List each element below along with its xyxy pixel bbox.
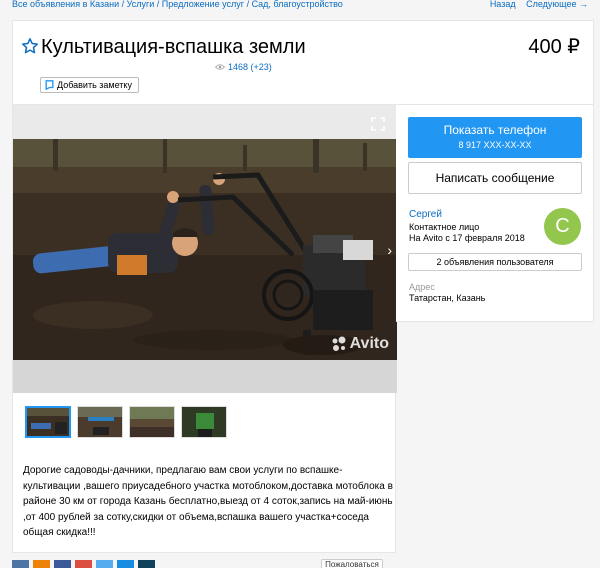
share-buttons	[12, 560, 155, 568]
watermark-text: Avito	[349, 335, 389, 352]
views-count: 1468 (+23)	[228, 62, 272, 72]
price: 400 ₽	[528, 36, 580, 58]
avito-logo-icon	[332, 336, 346, 351]
ad-photo[interactable]: › Avito	[13, 105, 397, 393]
seller-name[interactable]: Сергей	[409, 209, 442, 220]
photo-thumbnails	[25, 406, 227, 438]
complain-button[interactable]: Пожаловаться	[321, 559, 383, 568]
top-navigation: Все объявления в Казани / Услуги / Предл…	[0, 0, 600, 12]
write-message-button[interactable]: Написать сообщение	[408, 162, 582, 194]
breadcrumb[interactable]: Все объявления в Казани / Услуги / Предл…	[12, 0, 343, 9]
next-link[interactable]: Следующее →	[526, 0, 588, 9]
show-phone-label: Показать телефон	[443, 123, 547, 137]
contact-panel: Показать телефон 8 917 XXX-XX-XX Написат…	[396, 104, 594, 322]
note-icon	[45, 80, 54, 90]
favorite-star-icon[interactable]	[21, 37, 39, 55]
google-plus-icon[interactable]	[75, 560, 92, 568]
address-label: Адрес	[409, 282, 435, 292]
facebook-icon[interactable]	[54, 560, 71, 568]
seller-role: Контактное лицо	[409, 222, 480, 232]
vk-icon[interactable]	[12, 560, 29, 568]
address-value: Татарстан, Казань	[409, 293, 486, 303]
back-link[interactable]: Назад	[490, 0, 516, 9]
ad-header: Культивация-вспашка земли 400 ₽ 1468 (+2…	[12, 20, 594, 104]
thumbnail[interactable]	[181, 406, 227, 438]
phone-masked: 8 917 XXX-XX-XX	[458, 140, 532, 150]
thumbnail[interactable]	[77, 406, 123, 438]
photo-watermark: Avito	[331, 335, 389, 353]
ad-pager: Назад Следующее →	[482, 0, 588, 9]
add-note-label: Добавить заметку	[57, 80, 132, 90]
view-counter: 1468 (+23)	[215, 62, 272, 72]
eye-icon	[215, 64, 225, 70]
ad-description: Дорогие садоводы-дачники, предлагаю вам …	[23, 465, 393, 538]
avatar[interactable]: С	[544, 208, 581, 245]
seller-since: На Avito с 17 февраля 2018	[409, 233, 525, 243]
ad-main: › Avito Дорогие садоводы-дачники, предла…	[12, 104, 397, 553]
add-note-button[interactable]: Добавить заметку	[40, 77, 139, 93]
thumbnail[interactable]	[129, 406, 175, 438]
livejournal-icon[interactable]	[138, 560, 155, 568]
seller-ads-button[interactable]: 2 объявления пользователя	[408, 253, 582, 271]
page-title: Культивация-вспашка земли	[41, 36, 306, 58]
twitter-icon[interactable]	[96, 560, 113, 568]
show-phone-button[interactable]: Показать телефон 8 917 XXX-XX-XX	[408, 117, 582, 158]
thumbnail[interactable]	[25, 406, 71, 438]
fullscreen-icon[interactable]	[371, 117, 385, 131]
next-photo-icon[interactable]: ›	[387, 243, 392, 257]
ok-icon[interactable]	[33, 560, 50, 568]
mail-icon[interactable]	[117, 560, 134, 568]
